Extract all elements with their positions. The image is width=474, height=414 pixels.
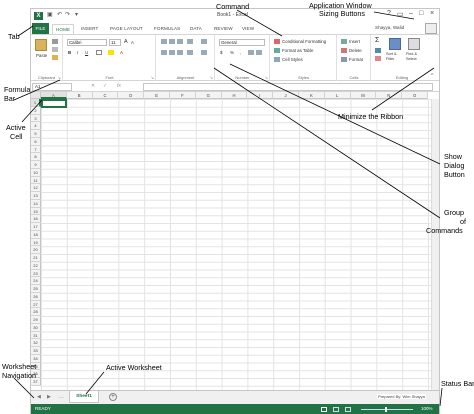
callout-worksheet-nav-line1: Worksheet <box>2 362 37 371</box>
callout-show-dialog-line3: Button <box>444 170 465 179</box>
callout-tab: Tab <box>8 32 20 41</box>
callout-active-cell-line1: Active <box>6 123 26 132</box>
worksheet-nav-pointer-line <box>13 377 35 399</box>
callout-active-cell-line2: Cell <box>10 132 23 141</box>
minimize-ribbon-pointer-line <box>371 67 435 111</box>
callout-group-line2: of <box>460 217 466 226</box>
status-bar-pointer-line <box>439 387 443 407</box>
show-dialog-pointer-line <box>229 63 441 165</box>
command-pointer-line <box>236 9 283 37</box>
group-commands-pointer-line <box>213 67 441 219</box>
callout-status-bar: Status Bar <box>441 379 474 388</box>
callout-active-worksheet: Active Worksheet <box>106 363 162 372</box>
callout-formula-bar-line1: Formula <box>4 85 31 94</box>
callout-worksheet-nav-line2: Navigation <box>2 371 36 380</box>
callout-lines <box>13 9 443 407</box>
active-cell-pointer-line <box>21 99 43 123</box>
callout-command: Command <box>216 2 250 11</box>
callout-formula-bar-line2: Bar <box>4 94 16 103</box>
callout-group-line1: Group <box>444 208 464 217</box>
app-sizing-pointer-line <box>373 11 415 20</box>
active-worksheet-pointer-line <box>85 371 105 395</box>
callout-minimize-ribbon: Minimize the Ribbon <box>338 112 404 121</box>
callout-group-line3: Commands <box>426 226 463 235</box>
callout-app-sizing-line2: Sizing Buttons <box>319 9 365 18</box>
callout-show-dialog-line1: Show <box>444 152 462 161</box>
tab-pointer-line <box>17 25 34 37</box>
callout-show-dialog-line2: Dialog <box>444 161 465 170</box>
